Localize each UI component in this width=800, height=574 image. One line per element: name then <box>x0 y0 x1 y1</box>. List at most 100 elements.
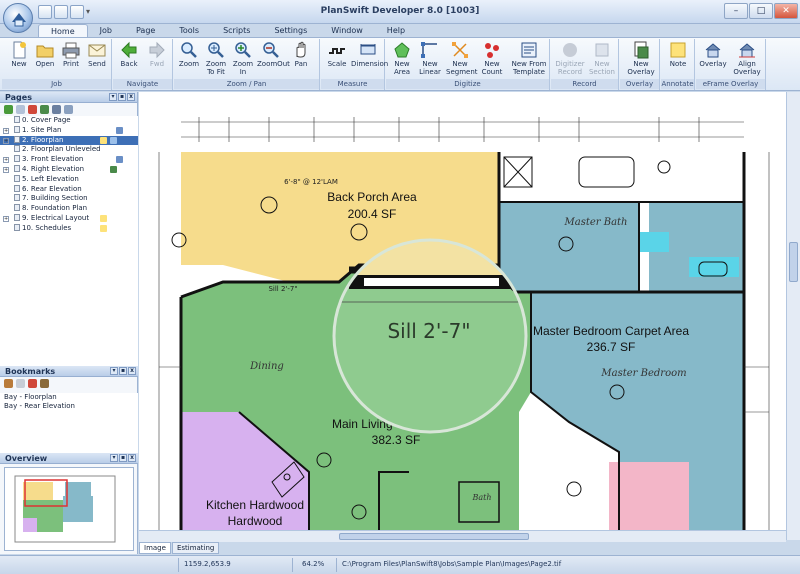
delete-bookmark-icon[interactable] <box>16 379 25 388</box>
page-item-front-elevation[interactable]: +3. Front Elevation <box>0 155 138 165</box>
vertical-scroll-thumb[interactable] <box>789 242 798 282</box>
add-bookmark-icon[interactable] <box>4 379 13 388</box>
new-segment-button[interactable]: New Segment <box>446 41 478 76</box>
note-button[interactable]: Note <box>664 41 692 68</box>
bookmark-properties-icon[interactable] <box>40 379 49 388</box>
align-overlay-button[interactable]: Align Overlay <box>731 41 763 76</box>
minimize-button[interactable]: – <box>724 3 748 19</box>
tab-home[interactable]: Home <box>38 24 88 38</box>
drawing-canvas[interactable]: Back Porch Area 200.4 SF Master Bedroom … <box>139 92 792 540</box>
tab-estimating[interactable]: Estimating <box>171 542 220 554</box>
page-icon <box>14 213 20 221</box>
overview-thumbnail[interactable] <box>4 467 134 551</box>
tab-help[interactable]: Help <box>375 24 417 38</box>
new-from-template-button[interactable]: New From Template <box>510 41 548 76</box>
new-section-button[interactable]: New Section <box>587 41 617 76</box>
takeoff-indicator-icon <box>110 136 117 144</box>
bookmarks-toolbar <box>0 377 138 390</box>
forward-button[interactable]: Fwd <box>143 41 171 68</box>
zoom-out-button[interactable]: ZoomOut <box>257 41 290 68</box>
page-item-cover[interactable]: 0. Cover Page <box>0 116 138 126</box>
tab-scripts[interactable]: Scripts <box>211 24 262 38</box>
page-item-site-plan[interactable]: +1. Site Plan <box>0 125 138 136</box>
pane-dropdown-icon[interactable]: ▾ <box>110 454 118 462</box>
new-linear-button[interactable]: New Linear <box>416 41 444 76</box>
add-page-icon[interactable] <box>4 105 13 114</box>
bookmark-item[interactable]: Bay - Rear Elevation <box>0 402 138 411</box>
tab-settings[interactable]: Settings <box>262 24 319 38</box>
status-zoom: 64.2% <box>302 560 325 568</box>
tab-page[interactable]: Page <box>124 24 167 38</box>
pane-close-icon[interactable]: x <box>128 367 136 375</box>
tab-tools[interactable]: Tools <box>167 24 211 38</box>
pane-dropdown-icon[interactable]: ▾ <box>110 367 118 375</box>
zoom-to-fit-button[interactable]: Zoom To Fit <box>202 41 230 76</box>
pane-close-icon[interactable]: x <box>128 454 136 462</box>
bookmarks-panel-title: Bookmarks <box>5 367 56 376</box>
export-page-icon[interactable] <box>40 105 49 114</box>
maximize-button[interactable]: □ <box>749 3 773 19</box>
copy-page-icon[interactable] <box>16 105 25 114</box>
new-count-button[interactable]: New Count <box>478 41 506 76</box>
new-overlay-button[interactable]: New Overlay <box>625 41 657 76</box>
page-item-floorplan[interactable]: +2. Floorplan <box>0 135 138 146</box>
zoom-button[interactable]: Zoom <box>175 41 203 68</box>
pane-pin-icon[interactable]: ▪ <box>118 93 126 101</box>
pane-pin-icon[interactable]: ▪ <box>119 454 127 462</box>
page-item-label: 1. Site Plan <box>22 125 62 134</box>
overview-panel: Overview ▾ ▪ x <box>0 453 138 464</box>
horizontal-scroll-thumb[interactable] <box>339 533 529 540</box>
page-list-icon[interactable] <box>52 105 61 114</box>
overlay-button[interactable]: Overlay <box>699 41 727 68</box>
pane-dropdown-icon[interactable]: ▾ <box>109 93 117 101</box>
pane-pin-icon[interactable]: ▪ <box>119 367 127 375</box>
new-button[interactable]: New <box>5 41 33 68</box>
bookmark-item[interactable]: Bay - Floorplan <box>0 393 138 402</box>
new-area-button[interactable]: New Area <box>388 41 416 76</box>
remove-bookmark-icon[interactable] <box>28 379 37 388</box>
digitizer-record-button[interactable]: Digitizer Record <box>553 41 587 76</box>
expand-toggle-icon[interactable]: + <box>3 137 9 144</box>
scale-button[interactable]: Scale <box>323 41 351 68</box>
window-title: PlanSwift Developer 8.0 [1003] <box>320 6 480 16</box>
master-bath-area[interactable] <box>499 202 639 292</box>
tab-image[interactable]: Image <box>139 542 171 554</box>
page-item-foundation-plan[interactable]: 8. Foundation Plan <box>0 204 138 214</box>
page-item-building-section[interactable]: 7. Building Section <box>0 194 138 204</box>
overview-plan-thumbnail <box>14 475 116 543</box>
vertical-scrollbar[interactable] <box>786 92 800 540</box>
application-menu-button[interactable] <box>3 3 33 33</box>
page-item-left-elevation[interactable]: 5. Left Elevation <box>0 174 138 185</box>
open-button[interactable]: Open <box>31 41 59 68</box>
dimension-button[interactable]: Dimension <box>351 41 388 68</box>
back-button[interactable]: Back <box>115 41 143 68</box>
takeoff-indicator-icon <box>110 165 117 173</box>
tab-window[interactable]: Window <box>319 24 375 38</box>
expand-toggle-icon[interactable]: + <box>3 127 9 134</box>
page-item-electrical-layout[interactable]: +9. Electrical Layout <box>0 213 138 224</box>
page-item-label: 9. Electrical Layout <box>22 213 90 222</box>
expand-toggle-icon[interactable]: + <box>3 215 9 222</box>
expand-toggle-icon[interactable]: + <box>3 166 9 173</box>
expand-toggle-icon[interactable]: + <box>3 157 9 164</box>
page-item-floorplan-unleveled[interactable]: 2. Floorplan Unleveled <box>0 145 138 155</box>
kitchen-label: Kitchen Hardwood <box>206 498 304 512</box>
close-button[interactable]: ✕ <box>774 3 798 19</box>
horizontal-scrollbar[interactable] <box>139 530 786 542</box>
zoom-in-button[interactable]: Zoom In <box>229 41 257 76</box>
pan-button[interactable]: Pan <box>287 41 315 68</box>
shower-drain-icon <box>503 156 533 188</box>
tab-job[interactable]: Job <box>88 24 124 38</box>
print-button[interactable]: Print <box>57 41 85 68</box>
record-group-label: Record <box>551 79 618 89</box>
takeoff-indicator-icon <box>116 126 123 134</box>
page-item-schedules[interactable]: 10. Schedules <box>0 223 138 234</box>
delete-page-icon[interactable] <box>28 105 37 114</box>
page-item-rear-elevation[interactable]: 6. Rear Elevation <box>0 184 138 195</box>
pane-close-icon[interactable]: x <box>127 93 135 101</box>
page-item-right-elevation[interactable]: +4. Right Elevation <box>0 164 138 175</box>
send-button[interactable]: Send <box>83 41 111 68</box>
page-properties-icon[interactable] <box>64 105 73 114</box>
title-bar: ▾ PlanSwift Developer 8.0 [1003] – □ ✕ <box>0 0 800 24</box>
master-bedroom-label: Master Bedroom Carpet Area <box>533 324 689 338</box>
